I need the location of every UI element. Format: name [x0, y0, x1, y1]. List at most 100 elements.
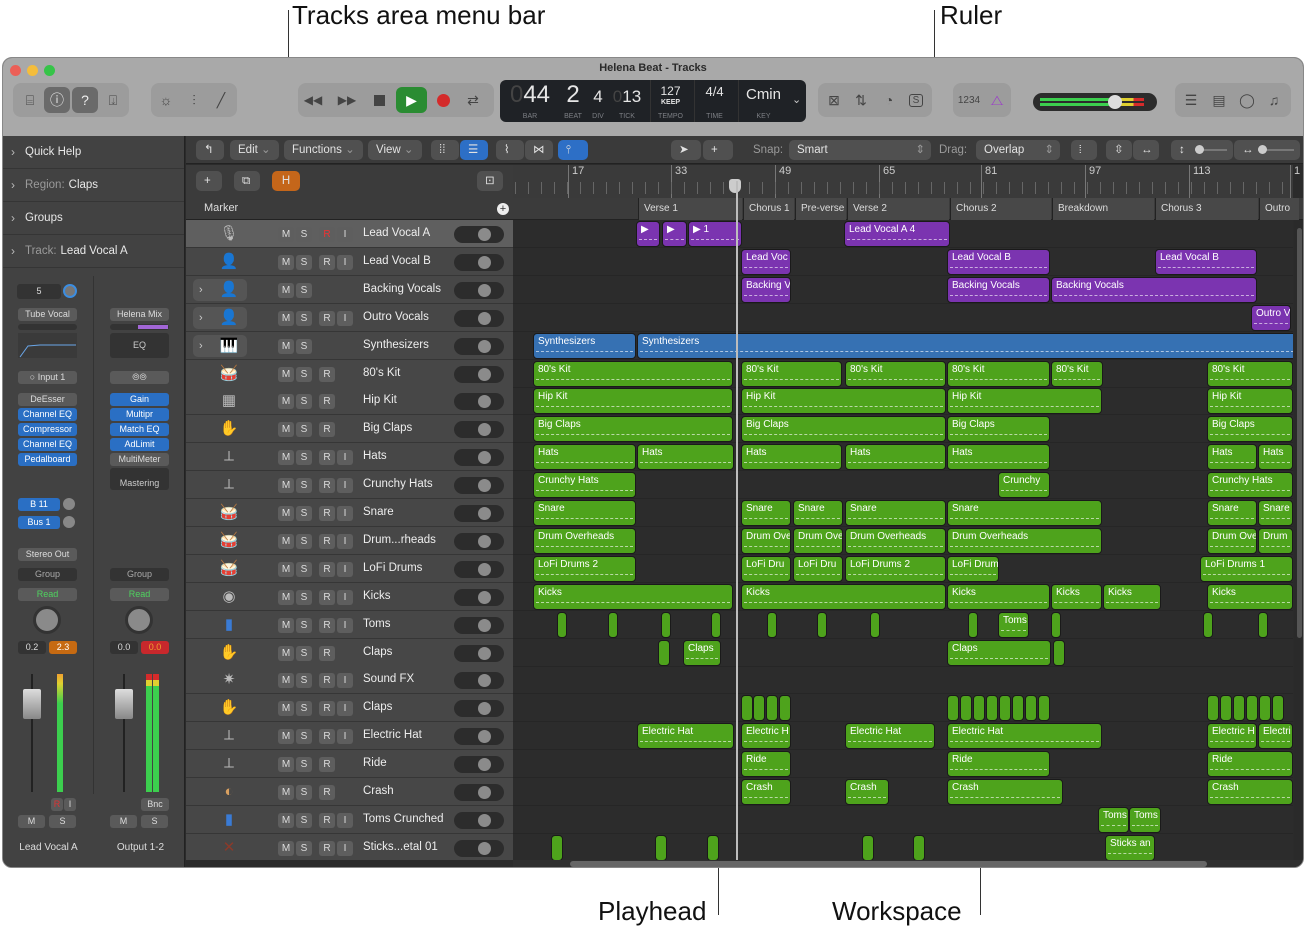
- track-on-off-toggle[interactable]: [454, 644, 504, 662]
- region[interactable]: Big Claps: [1207, 416, 1293, 443]
- track-header[interactable]: › 👤 M S Backing Vocals: [186, 275, 513, 304]
- region[interactable]: Drum Ove: [793, 527, 843, 554]
- track-on-off-toggle[interactable]: [454, 560, 504, 578]
- fast-forward-button[interactable]: ▶▶: [334, 87, 360, 113]
- record-enable-button[interactable]: R: [319, 478, 335, 494]
- input-monitor-button[interactable]: I: [337, 254, 353, 270]
- track-on-off-toggle[interactable]: [454, 309, 504, 327]
- mute-button[interactable]: M: [278, 366, 294, 382]
- track-header[interactable]: 🥁 M S R I LoFi Drums: [186, 554, 513, 583]
- solo-button[interactable]: S: [296, 366, 312, 382]
- region[interactable]: Electric Hat: [947, 723, 1102, 750]
- record-enable-button[interactable]: R: [319, 589, 335, 605]
- cpu-meter-button[interactable]: ◔: [876, 87, 902, 113]
- track-on-off-toggle[interactable]: [454, 756, 504, 774]
- marker[interactable]: Outro: [1259, 198, 1299, 220]
- waveform-zoom-button[interactable]: ⦙: [1071, 140, 1097, 160]
- eq-thumbnail[interactable]: [18, 333, 77, 358]
- record-enable-button[interactable]: R: [319, 561, 335, 577]
- plugin-slot-3[interactable]: Compressor: [18, 423, 77, 436]
- input-monitor-button[interactable]: I: [337, 729, 353, 745]
- sticks-hit-region[interactable]: [707, 834, 719, 860]
- record-enable-button[interactable]: R: [319, 729, 335, 745]
- mute-button[interactable]: M: [278, 812, 294, 828]
- region[interactable]: Hats: [1207, 444, 1257, 471]
- track-name[interactable]: Hip Kit: [363, 394, 397, 406]
- track-on-off-toggle[interactable]: [454, 337, 504, 355]
- solo-button[interactable]: S: [296, 227, 312, 242]
- library-button[interactable]: ⌸: [17, 87, 43, 113]
- record-enable-button[interactable]: R: [319, 673, 335, 689]
- region[interactable]: Toms: [1098, 806, 1129, 833]
- tom-hit-region[interactable]: [1258, 611, 1268, 638]
- record-enable-button[interactable]: R: [319, 757, 335, 773]
- automation-mode-button[interactable]: Read: [18, 588, 77, 601]
- tom-hit-region[interactable]: [711, 611, 721, 638]
- ruler[interactable]: 17 33 49 65 81 97 113 1: [513, 165, 1300, 198]
- lcd-display[interactable]: 044 BAR 2 BEAT 4 DIV 013 TICK 127 KEEP TEMPO 4…: [500, 80, 806, 122]
- track-on-off-toggle[interactable]: [454, 253, 504, 271]
- pan-knob[interactable]: [33, 606, 61, 634]
- region[interactable]: Electric Hat: [845, 723, 935, 750]
- region[interactable]: Hip Kit: [741, 388, 946, 415]
- solo-button[interactable]: S: [296, 422, 312, 438]
- horizontal-scroll-thumb[interactable]: [570, 861, 1207, 867]
- horizontal-zoom-slider[interactable]: ↔: [1234, 140, 1300, 160]
- mute-button[interactable]: M: [278, 310, 294, 326]
- mute-button[interactable]: M: [278, 394, 294, 410]
- solo-button[interactable]: S: [296, 840, 312, 856]
- region[interactable]: Snare: [741, 500, 791, 526]
- record-enable-button[interactable]: R: [319, 394, 335, 410]
- region[interactable]: Drum Ove: [1207, 527, 1257, 554]
- new-track-button[interactable]: +: [196, 171, 222, 191]
- region[interactable]: Drum Overheads: [845, 527, 946, 554]
- region[interactable]: Big Claps: [533, 416, 733, 443]
- lcd-chevron-down-icon[interactable]: ⌄: [792, 93, 801, 106]
- track-on-off-toggle[interactable]: [454, 226, 504, 243]
- track-name[interactable]: Lead Vocal B: [363, 255, 431, 267]
- mute-button[interactable]: M: [18, 815, 45, 828]
- track-header[interactable]: › 🎹 M S Synthesizers: [186, 331, 513, 360]
- duplicate-track-button[interactable]: ⧉: [234, 171, 260, 191]
- region[interactable]: Crash: [947, 779, 1063, 805]
- bounce-button[interactable]: Bnc: [141, 798, 169, 811]
- track-on-off-toggle[interactable]: [454, 505, 504, 522]
- quick-help-button[interactable]: ?: [72, 87, 98, 113]
- pointer-tool-menu[interactable]: ➤: [671, 140, 701, 160]
- region[interactable]: Synthesizers: [533, 332, 636, 359]
- region[interactable]: Lead Vocal A 4: [844, 221, 950, 247]
- track-on-off-toggle[interactable]: [454, 449, 504, 467]
- region[interactable]: Ride: [741, 751, 791, 778]
- mixer-button[interactable]: ⫶: [181, 87, 207, 113]
- region[interactable]: Crash: [845, 779, 889, 805]
- track-name[interactable]: Outro Vocals: [363, 311, 429, 323]
- track-header[interactable]: ▮ M S R I Toms: [186, 610, 513, 639]
- region[interactable]: Electric H: [1207, 723, 1257, 750]
- track-header[interactable]: ◉ M S R I Kicks: [186, 582, 513, 611]
- browsers-button[interactable]: ♫: [1261, 87, 1287, 113]
- track-on-off-toggle[interactable]: [454, 811, 504, 829]
- record-enable-button[interactable]: R: [51, 798, 63, 811]
- input-monitor-button[interactable]: I: [337, 812, 353, 828]
- smart-controls-button[interactable]: ☼: [153, 87, 179, 113]
- automation-mode-button[interactable]: Read: [110, 588, 169, 601]
- hit-region[interactable]: [1207, 695, 1219, 722]
- track-on-off-toggle[interactable]: [454, 421, 504, 439]
- region[interactable]: Hip Kit: [533, 388, 733, 415]
- track-name[interactable]: Synthesizers: [363, 339, 429, 351]
- group-button[interactable]: Group: [110, 568, 169, 581]
- tom-hit-region[interactable]: [661, 611, 671, 638]
- mute-button[interactable]: M: [278, 338, 294, 354]
- track-header[interactable]: › 👤 M S R I Outro Vocals: [186, 303, 513, 332]
- sticks-hit-region[interactable]: [862, 834, 874, 860]
- input-monitor-button[interactable]: I: [337, 533, 353, 549]
- mute-button[interactable]: M: [278, 729, 294, 745]
- region[interactable]: Hats: [741, 444, 842, 471]
- mute-button[interactable]: M: [278, 227, 294, 242]
- region[interactable]: Drum Overheads: [947, 527, 1102, 554]
- setting-button[interactable]: Helena Mix: [110, 308, 169, 321]
- track-header[interactable]: ◐ M S R Crash: [186, 778, 513, 806]
- region[interactable]: Crunchy Hats: [533, 472, 636, 499]
- region[interactable]: Snare: [533, 500, 636, 526]
- region[interactable]: Big Claps: [741, 416, 946, 443]
